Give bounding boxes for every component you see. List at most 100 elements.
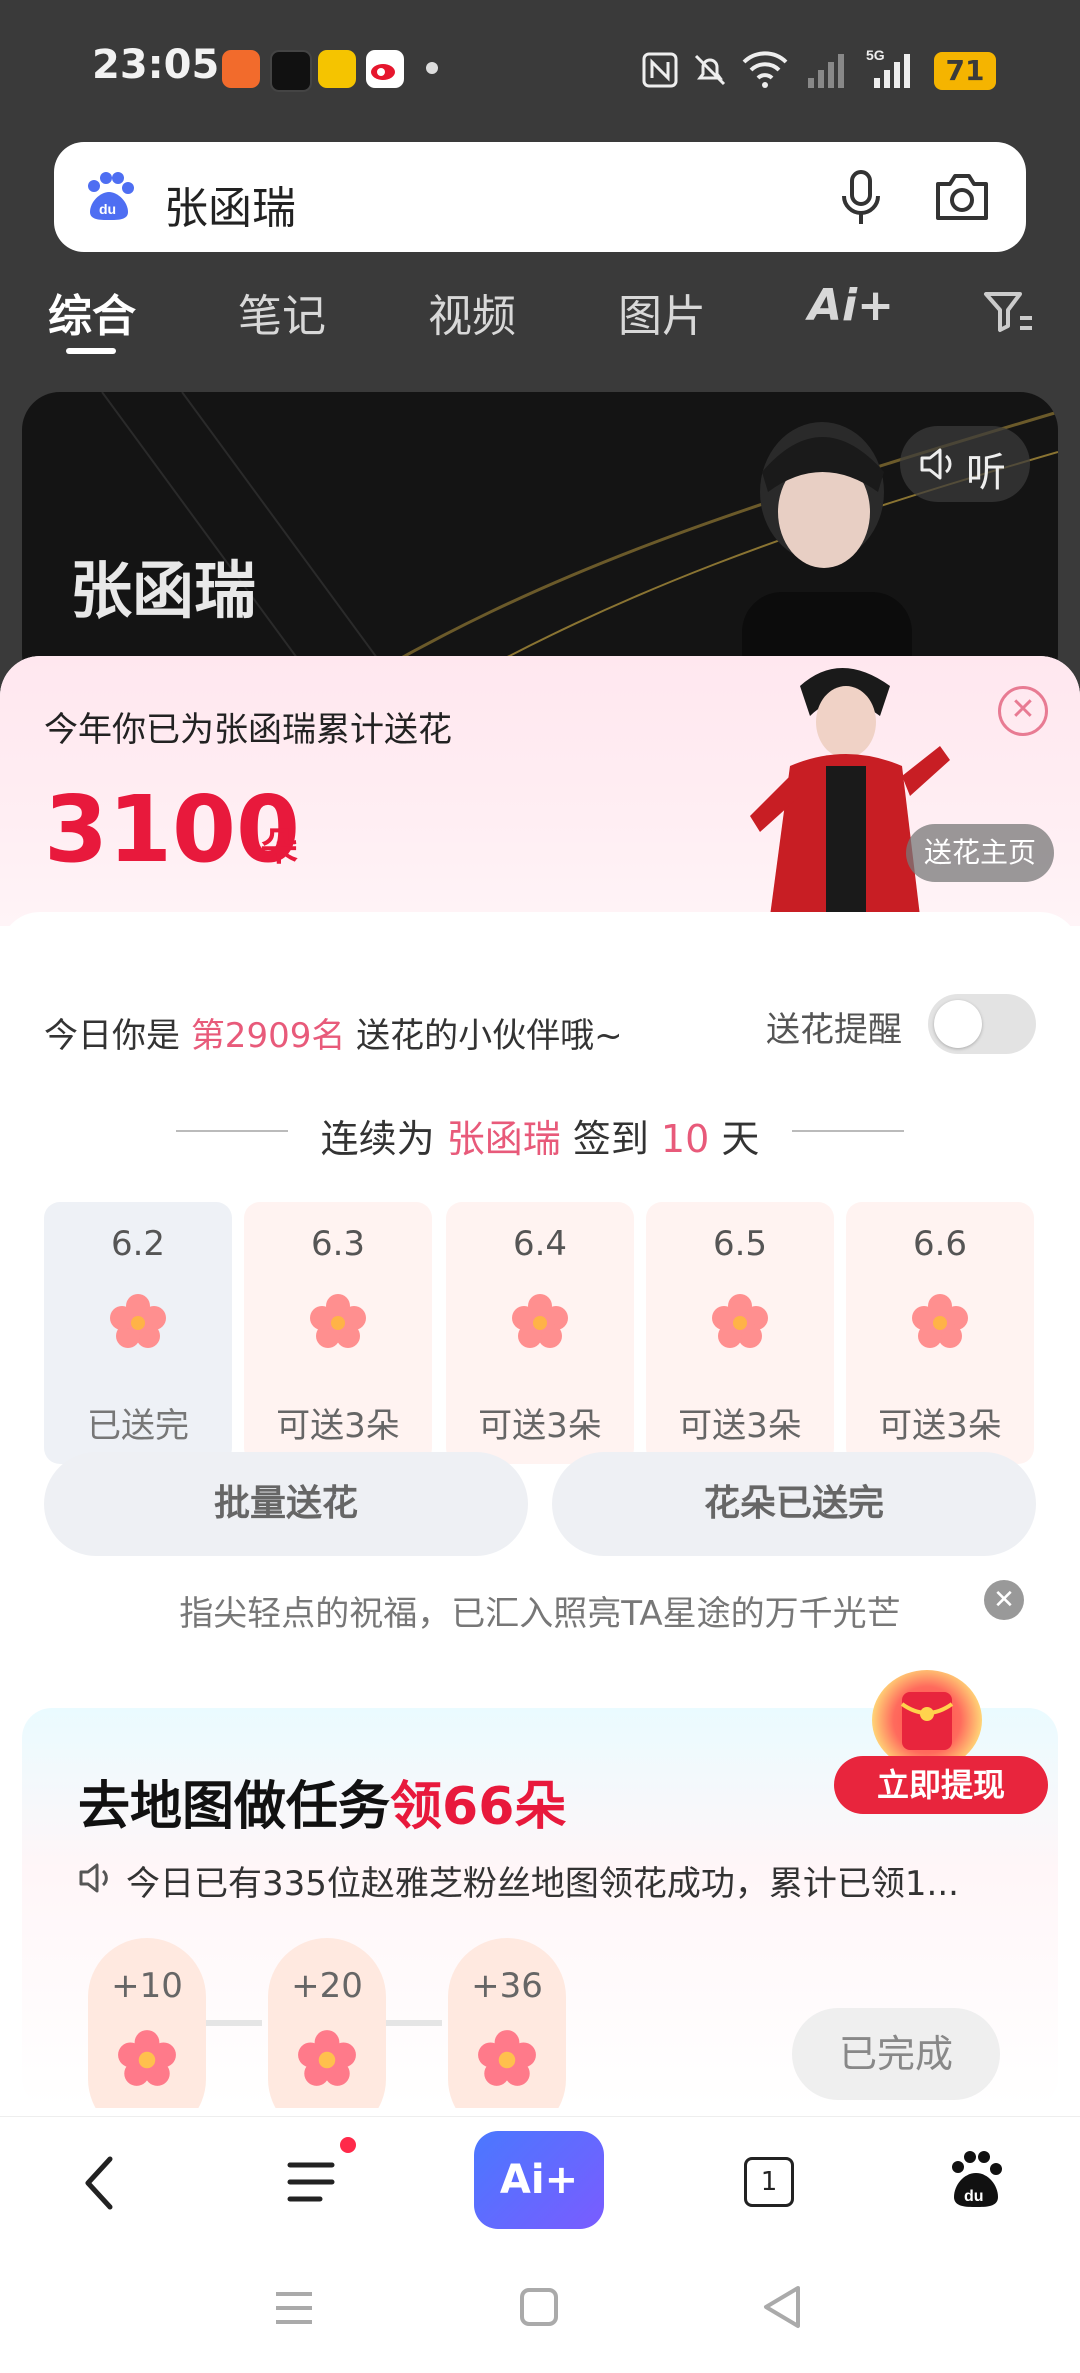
tab-notes[interactable]: 笔记 (238, 280, 326, 344)
withdraw-now-button[interactable]: 立即提现 (834, 1756, 1048, 1814)
flower-reminder-toggle[interactable] (928, 994, 1036, 1054)
search-tabs: 综合 笔记 视频 图片 Ai+ (0, 270, 1080, 362)
streak-days: 10 (660, 1117, 710, 1161)
close-icon[interactable]: ✕ (998, 686, 1048, 736)
tab-images[interactable]: 图片 (618, 280, 706, 344)
back-icon[interactable] (80, 2153, 120, 2213)
task-completed-button[interactable]: 已完成 (792, 2008, 1000, 2100)
task-title-accent: 领66朵 (390, 1777, 567, 1837)
flower-icon (298, 2030, 356, 2086)
ai-assistant-button[interactable]: Ai+ (474, 2131, 604, 2229)
listen-button[interactable]: 听 (900, 426, 1030, 502)
day-status: 可送3朵 (478, 1406, 602, 1446)
day-card[interactable]: 6.4 可送3朵 (446, 1202, 634, 1464)
reward-step: +36 (448, 1938, 566, 2108)
more-notifications-dot (426, 62, 438, 74)
streak-name: 张函瑞 (446, 1117, 561, 1161)
mute-icon (694, 54, 726, 86)
filter-icon[interactable] (982, 288, 1036, 334)
blessing-text: 指尖轻点的祝福，已汇入照亮TA星途的万千光芒 (179, 1594, 901, 1634)
task-title-main: 去地图做任务 (78, 1777, 391, 1837)
toggle-knob (934, 1000, 982, 1048)
active-tab-indicator (66, 348, 116, 354)
checkin-streak: 连续为 张函瑞 签到 10 天 (0, 1108, 1080, 1163)
day-card[interactable]: 6.2 已送完 (44, 1202, 232, 1464)
microphone-icon[interactable] (838, 168, 884, 228)
flower-icon (110, 1294, 166, 1348)
home-icon[interactable] (518, 2286, 560, 2328)
search-bar[interactable]: du 张函瑞 (54, 142, 1026, 252)
reward-step-value: +20 (291, 1966, 363, 2006)
day-card[interactable]: 6.3 可送3朵 (244, 1202, 432, 1464)
day-card[interactable]: 6.6 可送3朵 (846, 1202, 1034, 1464)
streak-middle: 签到 (572, 1117, 649, 1161)
flower-icon (310, 1294, 366, 1348)
bottom-navigation: Ai+ 1 du (0, 2116, 1080, 2247)
system-navigation-bar (0, 2246, 1080, 2373)
tab-comprehensive[interactable]: 综合 (48, 280, 136, 344)
5g-signal-icon: 5G (866, 47, 910, 88)
flower-reminder-label: 送花提醒 (766, 1010, 902, 1050)
svg-text:5G: 5G (866, 47, 885, 63)
reward-step-value: +10 (111, 1966, 183, 2006)
flower-panel-header: 今年你已为张函瑞累计送花 3100 朵 ✕ 送花主页 (0, 656, 1080, 926)
reward-step-value: +36 (471, 1966, 543, 2006)
day-status: 可送3朵 (878, 1406, 1002, 1446)
speaker-icon (79, 1863, 108, 1893)
tab-count-icon[interactable]: 1 (744, 2157, 794, 2207)
status-time: 23:05 (92, 42, 220, 88)
flowers-sent-button[interactable]: 花朵已送完 (552, 1452, 1036, 1556)
recent-apps-icon[interactable] (272, 2288, 316, 2328)
task-announcement: 今日已有335位赵雅芝粉丝地图领花成功，累计已领1... (126, 1864, 959, 1904)
flower-icon (912, 1294, 968, 1348)
weibo-icon (366, 50, 404, 88)
listen-label: 听 (966, 450, 1006, 496)
reward-step: +20 (268, 1938, 386, 2108)
task-title: 去地图做任务领66朵 (78, 1764, 566, 1839)
notification-dot (340, 2137, 356, 2153)
day-date: 6.6 (912, 1224, 968, 1264)
hero-card[interactable]: 张函瑞 听 (22, 392, 1058, 692)
baidu-home-icon[interactable]: du (946, 2147, 1006, 2211)
rank-prefix: 今日你是 (44, 1016, 180, 1056)
rank-value: 第2909名 (190, 1016, 346, 1056)
day-date: 6.4 (512, 1224, 568, 1264)
flower-homepage-button[interactable]: 送花主页 (906, 824, 1054, 882)
tiktok-icon (270, 50, 312, 92)
app-notification-icon (222, 50, 260, 88)
daily-rank: 今日你是 第2909名 送花的小伙伴哦~ (44, 1008, 623, 1057)
menu-icon[interactable] (286, 2157, 338, 2207)
batch-send-button[interactable]: 批量送花 (44, 1452, 528, 1556)
flower-icon (512, 1294, 568, 1348)
flower-icon (118, 2030, 176, 2086)
flower-count-unit: 朵 (260, 825, 299, 869)
day-date: 6.3 (310, 1224, 366, 1264)
flower-icon (712, 1294, 768, 1348)
day-status: 已送完 (87, 1406, 189, 1446)
svg-text:du: du (99, 201, 116, 217)
red-envelope-icon[interactable] (872, 1670, 982, 1770)
camera-icon[interactable] (932, 170, 992, 224)
wifi-icon (742, 51, 788, 88)
day-card[interactable]: 6.5 可送3朵 (646, 1202, 834, 1464)
hero-title: 张函瑞 (70, 554, 257, 627)
status-bar: 23:05 5G 71 (0, 0, 1080, 140)
battery-indicator: 71 (934, 52, 996, 90)
tab-ai[interactable]: Ai+ (808, 280, 894, 331)
tab-videos[interactable]: 视频 (428, 280, 516, 344)
close-icon[interactable]: ✕ (984, 1580, 1024, 1620)
rank-suffix: 送花的小伙伴哦~ (356, 1016, 623, 1056)
signal-icon (808, 54, 844, 88)
baidu-logo-icon: du (88, 172, 134, 220)
annual-flower-text: 今年你已为张函瑞累计送花 (44, 710, 452, 750)
search-query[interactable]: 张函瑞 (164, 172, 296, 236)
flower-icon (478, 2030, 536, 2086)
day-date: 6.2 (110, 1224, 166, 1264)
app-notification-icon (318, 50, 356, 88)
speaker-icon (920, 448, 952, 480)
nfc-icon (642, 52, 678, 88)
hero-portrait (702, 392, 942, 692)
day-date: 6.5 (712, 1224, 768, 1264)
back-triangle-icon[interactable] (760, 2284, 804, 2330)
streak-prefix: 连续为 (320, 1117, 435, 1161)
